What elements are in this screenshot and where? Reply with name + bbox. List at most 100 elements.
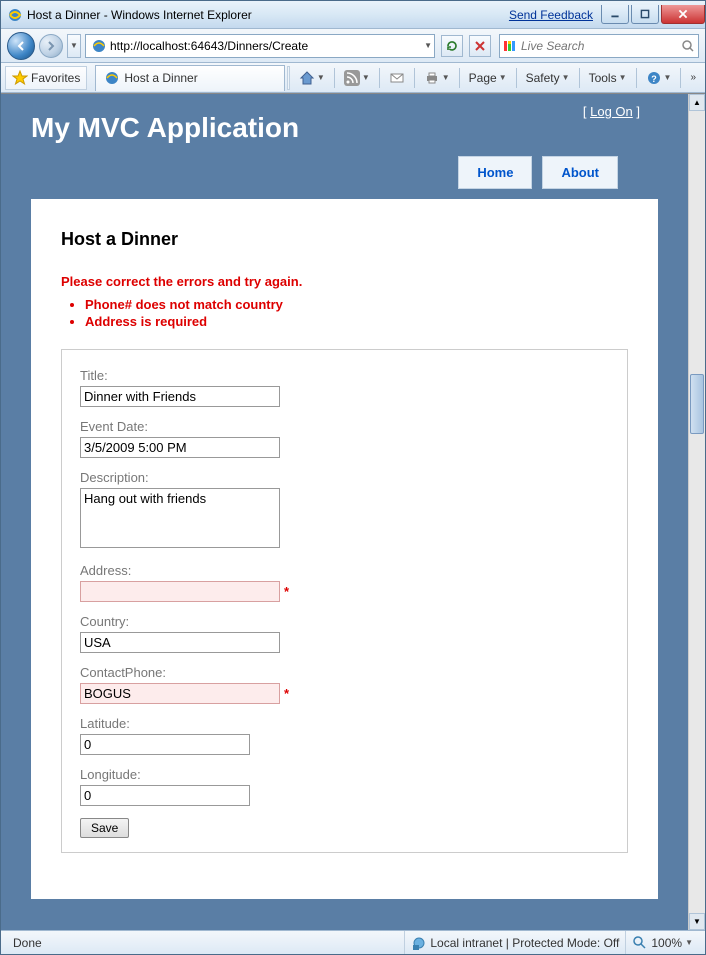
address-input[interactable]	[80, 581, 280, 602]
latitude-input[interactable]	[80, 734, 250, 755]
search-icon[interactable]	[680, 38, 696, 54]
help-icon: ?	[646, 70, 662, 86]
content-area: [ Log On ] My MVC Application Home About…	[1, 93, 705, 930]
star-icon	[12, 70, 28, 86]
page-menu[interactable]: Page ▼	[464, 67, 512, 89]
address-label: Address:	[80, 563, 609, 578]
zoom-icon	[632, 935, 648, 951]
url-dropdown-icon[interactable]: ▼	[424, 41, 432, 50]
phone-error-marker: *	[284, 686, 289, 701]
longitude-label: Longitude:	[80, 767, 609, 782]
feeds-button[interactable]: ▼	[339, 67, 375, 89]
status-zoom[interactable]: 100% ▼	[625, 931, 699, 954]
favorites-label: Favorites	[31, 71, 80, 85]
command-bar: Favorites Host a Dinner ▼ ▼ ▼ Page ▼ Saf…	[1, 63, 705, 93]
scroll-thumb[interactable]	[690, 374, 704, 434]
status-zone: Local intranet | Protected Mode: Off	[404, 931, 625, 954]
address-error-marker: *	[284, 584, 289, 599]
phone-input[interactable]	[80, 683, 280, 704]
browser-tab[interactable]: Host a Dinner	[95, 65, 285, 91]
field-longitude: Longitude:	[80, 767, 609, 806]
mvc-body: Host a Dinner Please correct the errors …	[31, 199, 658, 899]
home-button[interactable]: ▼	[294, 67, 330, 89]
title-bar: Host a Dinner - Windows Internet Explore…	[1, 1, 705, 29]
page-icon	[91, 38, 107, 54]
mvc-header: [ Log On ] My MVC Application Home About	[1, 94, 688, 189]
description-input[interactable]: Hang out with friends	[80, 488, 280, 548]
field-country: Country:	[80, 614, 609, 653]
window-title: Host a Dinner - Windows Internet Explore…	[27, 8, 252, 22]
page-heading: Host a Dinner	[61, 229, 628, 250]
refresh-button[interactable]	[441, 35, 463, 57]
status-bar: Done Local intranet | Protected Mode: Of…	[1, 930, 705, 954]
nav-about[interactable]: About	[542, 156, 618, 189]
nav-history-dropdown[interactable]: ▼	[67, 34, 81, 58]
vertical-scrollbar[interactable]: ▲ ▼	[688, 94, 705, 930]
title-label: Title:	[80, 368, 609, 383]
minimize-button[interactable]	[601, 5, 629, 24]
home-icon	[299, 70, 315, 86]
mail-button[interactable]	[384, 67, 410, 89]
eventdate-label: Event Date:	[80, 419, 609, 434]
validation-summary: Please correct the errors and try again.	[61, 274, 628, 289]
field-latitude: Latitude:	[80, 716, 609, 755]
validation-error-item: Phone# does not match country	[85, 297, 628, 312]
mail-icon	[389, 70, 405, 86]
field-title: Title:	[80, 368, 609, 407]
new-tab-button[interactable]	[287, 66, 290, 90]
tools-menu[interactable]: Tools ▼	[584, 67, 632, 89]
safety-menu[interactable]: Safety ▼	[521, 67, 575, 89]
tab-title: Host a Dinner	[124, 71, 197, 85]
app-title: My MVC Application	[31, 112, 658, 144]
title-input[interactable]	[80, 386, 280, 407]
eventdate-input[interactable]	[80, 437, 280, 458]
validation-error-item: Address is required	[85, 314, 628, 329]
address-box[interactable]: ▼	[85, 34, 435, 58]
field-description: Description: Hang out with friends	[80, 470, 609, 551]
validation-error-list: Phone# does not match country Address is…	[85, 297, 628, 329]
latitude-label: Latitude:	[80, 716, 609, 731]
tab-page-icon	[104, 70, 120, 86]
mvc-page: [ Log On ] My MVC Application Home About…	[1, 94, 688, 930]
scroll-down-arrow[interactable]: ▼	[689, 913, 705, 930]
browser-window: Host a Dinner - Windows Internet Explore…	[0, 0, 706, 955]
rss-icon	[344, 70, 360, 86]
stop-button[interactable]	[469, 35, 491, 57]
country-input[interactable]	[80, 632, 280, 653]
close-button[interactable]	[661, 5, 705, 24]
save-button[interactable]: Save	[80, 818, 129, 838]
scroll-up-arrow[interactable]: ▲	[689, 94, 705, 111]
favorites-button[interactable]: Favorites	[5, 66, 87, 90]
mvc-nav: Home About	[31, 144, 658, 189]
forward-button[interactable]	[39, 34, 63, 58]
zone-icon	[411, 935, 427, 951]
nav-home[interactable]: Home	[458, 156, 532, 189]
search-input[interactable]	[521, 39, 680, 53]
help-button[interactable]: ?▼	[641, 67, 677, 89]
status-done: Done	[7, 931, 48, 954]
maximize-button[interactable]	[631, 5, 659, 24]
phone-label: ContactPhone:	[80, 665, 609, 680]
country-label: Country:	[80, 614, 609, 629]
url-input[interactable]	[110, 36, 424, 56]
print-button[interactable]: ▼	[419, 67, 455, 89]
field-contactphone: ContactPhone: *	[80, 665, 609, 704]
field-address: Address: *	[80, 563, 609, 602]
svg-text:?: ?	[651, 74, 657, 84]
send-feedback-link[interactable]: Send Feedback	[509, 8, 593, 22]
ie-icon	[7, 7, 23, 23]
form-fieldset: Title: Event Date: Description: Hang out…	[61, 349, 628, 853]
address-bar-row: ▼ ▼	[1, 29, 705, 63]
live-search-icon	[502, 38, 518, 54]
logon-area: [ Log On ]	[583, 104, 640, 119]
description-label: Description:	[80, 470, 609, 485]
print-icon	[424, 70, 440, 86]
toolbar-chevron[interactable]: »	[685, 67, 701, 89]
search-box[interactable]	[499, 34, 699, 58]
logon-link[interactable]: Log On	[590, 104, 633, 119]
page-viewport: [ Log On ] My MVC Application Home About…	[1, 94, 688, 930]
field-eventdate: Event Date:	[80, 419, 609, 458]
longitude-input[interactable]	[80, 785, 250, 806]
zoom-dropdown-icon[interactable]: ▼	[685, 938, 693, 947]
back-button[interactable]	[7, 32, 35, 60]
